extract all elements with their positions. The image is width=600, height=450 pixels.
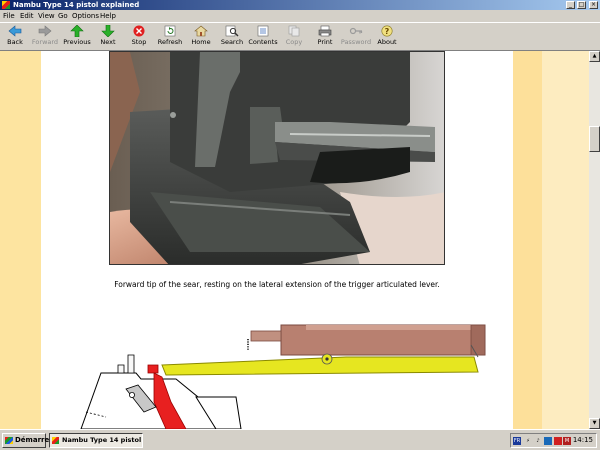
svg-text:?: ? bbox=[385, 27, 390, 36]
key-icon bbox=[349, 27, 363, 35]
close-button[interactable]: × bbox=[589, 1, 598, 9]
taskbar-window-label: Nambu Type 14 pistol ... bbox=[62, 436, 143, 444]
left-margin bbox=[0, 51, 41, 429]
contents-label: Contents bbox=[248, 38, 278, 46]
forward-arrow-icon bbox=[38, 25, 52, 37]
refresh-label: Refresh bbox=[157, 38, 183, 46]
password-button[interactable]: Password bbox=[339, 25, 373, 50]
about-button[interactable]: ? About bbox=[370, 25, 404, 50]
contents-icon bbox=[257, 25, 269, 37]
start-button[interactable]: Démarrer bbox=[2, 433, 53, 448]
mechanism-diagram bbox=[66, 317, 496, 429]
toolbar: Back Forward Previous Next Stop Refresh … bbox=[0, 22, 600, 51]
previous-button[interactable]: Previous bbox=[60, 25, 94, 50]
start-label: Démarrer bbox=[15, 436, 53, 444]
next-label: Next bbox=[100, 38, 116, 46]
stop-icon bbox=[133, 25, 145, 37]
contents-button[interactable]: Contents bbox=[246, 25, 280, 50]
menu-view[interactable]: View bbox=[38, 12, 55, 20]
sear-photo bbox=[109, 51, 445, 265]
up-arrow-icon bbox=[70, 25, 84, 37]
down-arrow-icon bbox=[101, 25, 115, 37]
home-icon bbox=[194, 25, 208, 37]
app-icon bbox=[52, 437, 59, 444]
about-icon: ? bbox=[381, 25, 393, 37]
system-tray: FR ⚡ ♪ M 14:15 bbox=[510, 433, 597, 448]
refresh-icon bbox=[164, 25, 176, 37]
menu-file[interactable]: File bbox=[3, 12, 15, 20]
search-button[interactable]: Search bbox=[215, 25, 249, 50]
network-icon[interactable]: ⚡ bbox=[524, 437, 532, 445]
forward-button[interactable]: Forward bbox=[28, 25, 62, 50]
window-title: Nambu Type 14 pistol explained bbox=[13, 1, 140, 9]
search-label: Search bbox=[220, 38, 244, 46]
title-bar: Nambu Type 14 pistol explained _ □ × bbox=[0, 0, 600, 10]
vertical-scrollbar[interactable]: ▲ ▼ bbox=[589, 51, 600, 429]
print-icon bbox=[318, 25, 332, 37]
maximize-button[interactable]: □ bbox=[577, 1, 586, 9]
page: Forward tip of the sear, resting on the … bbox=[41, 51, 513, 429]
menu-help[interactable]: Help bbox=[100, 12, 116, 20]
copy-button[interactable]: Copy bbox=[277, 25, 311, 50]
tray-app-icon[interactable] bbox=[544, 437, 552, 445]
windows-logo-icon bbox=[5, 437, 13, 444]
clock: 14:15 bbox=[572, 436, 593, 444]
menu-bar: File Edit View Go Options Help bbox=[0, 10, 600, 22]
next-button[interactable]: Next bbox=[91, 25, 125, 50]
copy-label: Copy bbox=[285, 38, 303, 46]
minimize-button[interactable]: _ bbox=[566, 1, 575, 9]
right-margin bbox=[542, 51, 589, 429]
home-button[interactable]: Home bbox=[184, 25, 218, 50]
previous-label: Previous bbox=[63, 38, 91, 46]
stop-label: Stop bbox=[131, 38, 147, 46]
password-label: Password bbox=[340, 38, 372, 46]
about-label: About bbox=[377, 38, 397, 46]
volume-icon[interactable]: ♪ bbox=[534, 437, 542, 445]
content-area: Forward tip of the sear, resting on the … bbox=[0, 51, 589, 429]
right-margin-band bbox=[513, 51, 542, 429]
menu-options[interactable]: Options bbox=[72, 12, 99, 20]
scroll-down-icon[interactable]: ▼ bbox=[589, 418, 600, 429]
tray-m-icon[interactable]: M bbox=[563, 437, 571, 445]
copy-icon bbox=[288, 25, 300, 37]
scroll-thumb[interactable] bbox=[589, 126, 600, 152]
menu-edit[interactable]: Edit bbox=[20, 12, 34, 20]
search-icon bbox=[225, 25, 239, 37]
menu-go[interactable]: Go bbox=[58, 12, 68, 20]
photo-caption: Forward tip of the sear, resting on the … bbox=[114, 280, 440, 289]
refresh-button[interactable]: Refresh bbox=[153, 25, 187, 50]
scroll-up-icon[interactable]: ▲ bbox=[589, 51, 600, 62]
back-arrow-icon bbox=[8, 25, 22, 37]
app-icon bbox=[2, 1, 10, 9]
taskbar: Démarrer Nambu Type 14 pistol ... FR ⚡ ♪… bbox=[0, 429, 600, 450]
taskbar-window-button[interactable]: Nambu Type 14 pistol ... bbox=[49, 433, 143, 448]
print-label: Print bbox=[317, 38, 333, 46]
antivirus-icon[interactable] bbox=[554, 437, 562, 445]
print-button[interactable]: Print bbox=[308, 25, 342, 50]
forward-label: Forward bbox=[31, 38, 59, 46]
home-label: Home bbox=[191, 38, 211, 46]
language-indicator[interactable]: FR bbox=[513, 437, 521, 445]
stop-button[interactable]: Stop bbox=[122, 25, 156, 50]
